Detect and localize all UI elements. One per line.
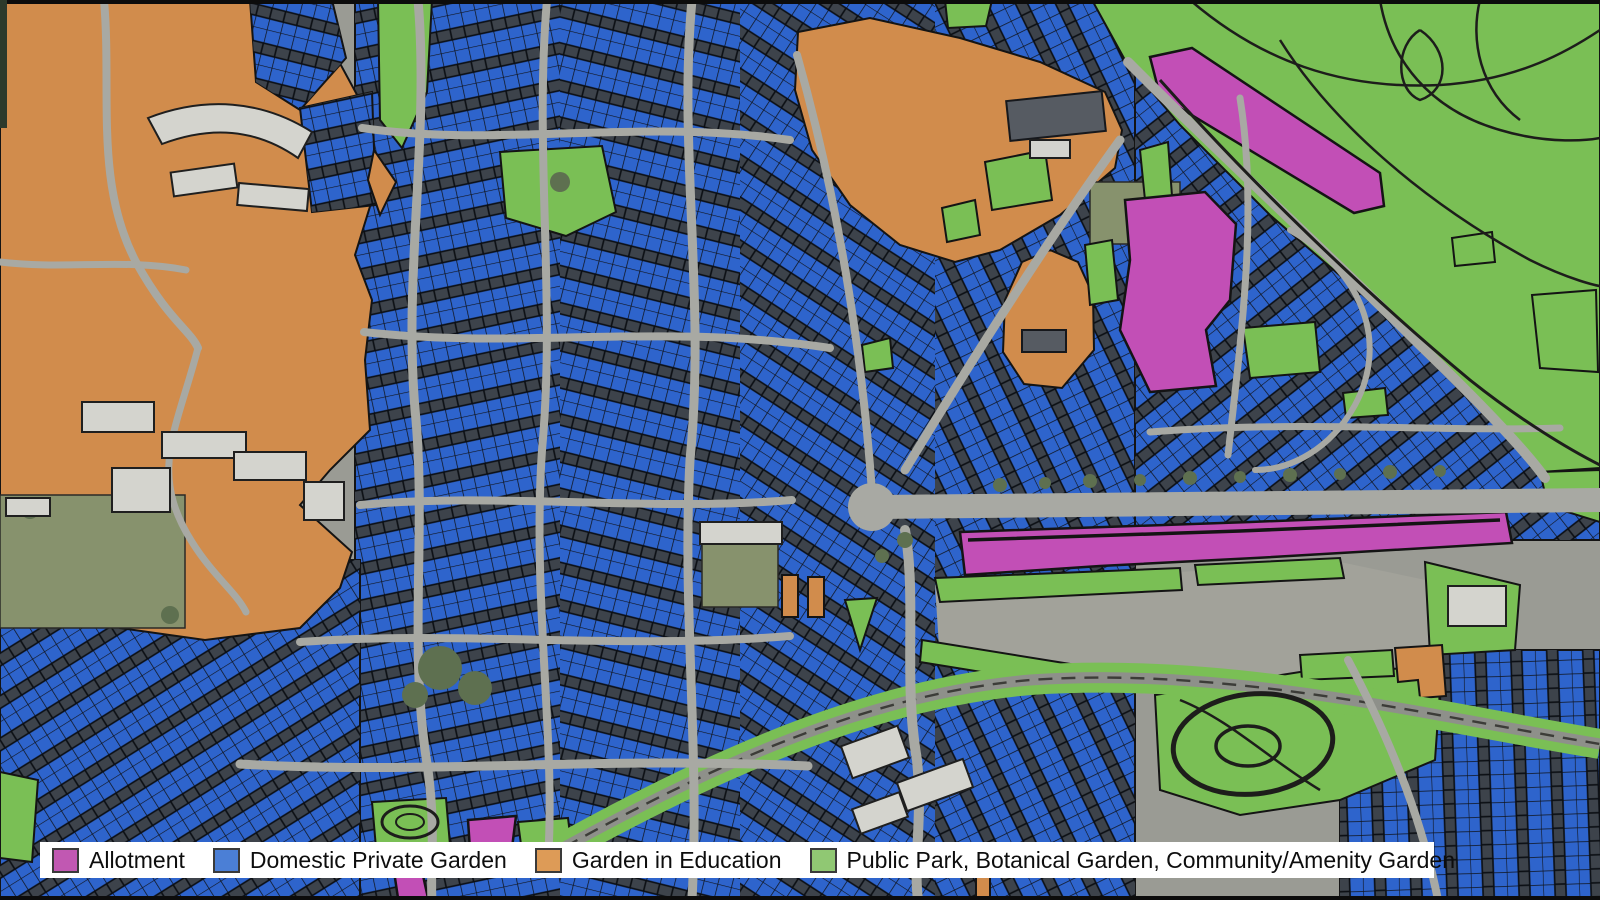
public-park-label: Public Park, Botanical Garden, Community… xyxy=(847,849,1456,872)
allotment-label: Allotment xyxy=(89,849,185,872)
bottom-edge xyxy=(0,896,1600,900)
domestic-private-garden-label: Domestic Private Garden xyxy=(250,849,507,872)
legend-item-garden-in-education: Garden in Education xyxy=(535,848,782,873)
garden-in-education-swatch xyxy=(535,848,562,873)
map-viewport: Allotment Domestic Private Garden Garden… xyxy=(0,0,1600,900)
legend-item-domestic-private-garden: Domestic Private Garden xyxy=(213,848,507,873)
legend-item-public-park: Public Park, Botanical Garden, Community… xyxy=(810,848,1456,873)
public-park-swatch xyxy=(810,848,837,873)
legend-item-allotment: Allotment xyxy=(52,848,185,873)
top-edge xyxy=(0,0,1600,4)
school-pitch xyxy=(702,543,778,607)
left-edge-strip xyxy=(0,0,7,128)
garden-in-education-label: Garden in Education xyxy=(572,849,782,872)
map-legend: Allotment Domestic Private Garden Garden… xyxy=(40,842,1434,878)
domestic-private-garden-swatch xyxy=(213,848,240,873)
land-use-map-canvas[interactable] xyxy=(0,0,1600,900)
allotment-swatch xyxy=(52,848,79,873)
